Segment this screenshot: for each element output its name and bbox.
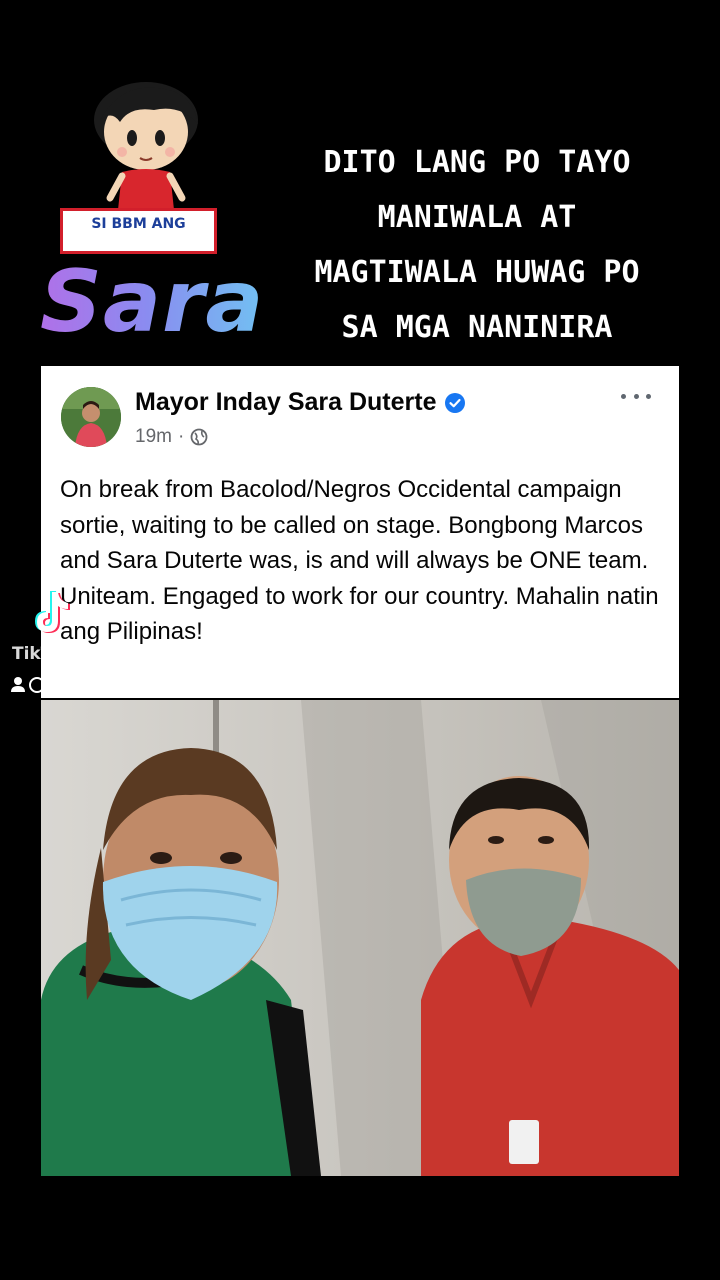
post-body-text: On break from Bacolod/Negros Occidental … [60,476,659,645]
tiktok-logo-icon [35,591,70,633]
author-name-row: Mayor Inday Sara Duterte [135,388,465,417]
author-name[interactable]: Mayor Inday Sara Duterte [135,388,437,417]
cartoon-banner-text: SI BBM ANG [91,216,186,232]
avatar-photo-icon [61,387,121,447]
sara-title-word: Sara [40,252,280,352]
user-icon [11,677,45,693]
author-avatar[interactable] [61,387,121,447]
post-meta: 19m · [135,426,208,448]
headline-line: DITO LANG PO TAYO [323,145,631,180]
more-dots-icon[interactable] [621,386,651,406]
headline-line: SA MGA NANINIRA [341,310,613,345]
globe-icon [190,428,208,446]
facebook-post-card: Mayor Inday Sara Duterte 19m · On break … [41,366,679,698]
cartoon-banner: SI BBM ANG [60,208,217,254]
verified-badge-icon [444,392,465,413]
post-time[interactable]: 19m [135,426,172,448]
headline-overlay: DITO LANG PO TAYO MANIWALA AT MAGTIWALA … [272,135,682,355]
headline-line: MAGTIWALA HUWAG PO [314,255,640,290]
tiktok-wordmark: TikTok [12,644,74,664]
headline-line: MANIWALA AT [377,200,577,235]
post-photo[interactable] [41,700,679,1176]
